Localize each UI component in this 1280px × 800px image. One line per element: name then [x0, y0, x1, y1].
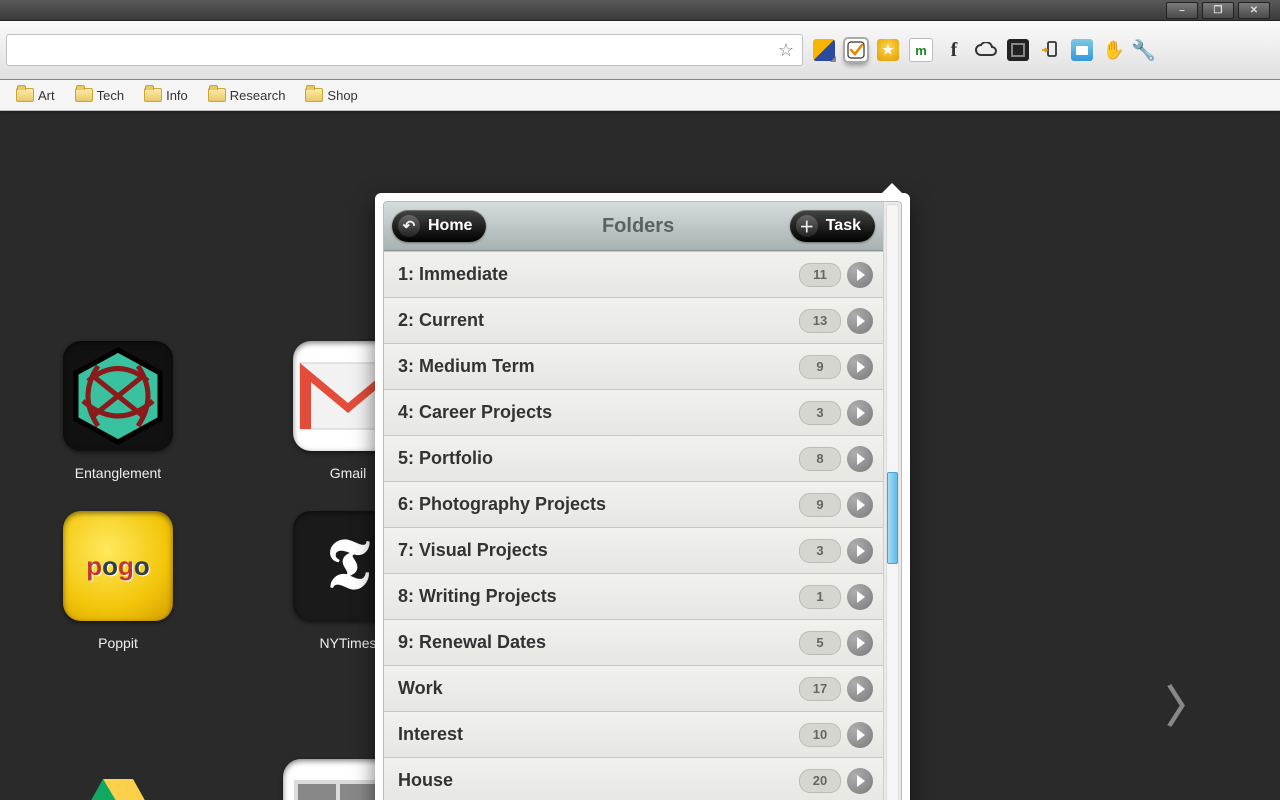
folder-row[interactable]: 3: Medium Term9	[384, 344, 883, 390]
folder-icon	[16, 88, 34, 102]
count-badge: 8	[799, 447, 841, 471]
app-label: NYTimes	[319, 635, 376, 651]
app-label: Entanglement	[75, 465, 161, 481]
folder-icon	[208, 88, 226, 102]
chevron-right-icon	[847, 354, 873, 380]
count-badge: 17	[799, 677, 841, 701]
chevron-right-icon	[847, 538, 873, 564]
count-badge: 9	[799, 493, 841, 517]
popup-header: ↶ Home Folders ＋ Task	[384, 202, 883, 251]
bookmark-folder-tech[interactable]: Tech	[67, 85, 132, 106]
window-maximize-button[interactable]: ❐	[1202, 2, 1234, 19]
popup-scrollbar[interactable]	[883, 202, 901, 800]
window-titlebar: – ❐ ✕	[0, 0, 1280, 21]
folder-row[interactable]: 5: Portfolio8	[384, 436, 883, 482]
count-badge: 1	[799, 585, 841, 609]
folder-icon	[305, 88, 323, 102]
folder-row[interactable]: 8: Writing Projects1	[384, 574, 883, 620]
bookmarks-bar: Art Tech Info Research Shop	[0, 80, 1280, 111]
chevron-right-icon	[847, 676, 873, 702]
extension-icon-star[interactable]: ★	[877, 39, 899, 61]
app-poppit[interactable]: pogo Poppit	[18, 511, 218, 651]
extension-icon-m[interactable]: m	[909, 38, 933, 62]
folder-row[interactable]: 2: Current13	[384, 298, 883, 344]
count-badge: 3	[799, 539, 841, 563]
bookmark-star-icon[interactable]: ☆	[778, 40, 794, 61]
count-badge: 9	[799, 355, 841, 379]
bookmark-folder-shop[interactable]: Shop	[297, 85, 365, 106]
popup-title: Folders	[602, 215, 674, 238]
chevron-right-icon	[847, 262, 873, 288]
folder-row[interactable]: 6: Photography Projects9	[384, 482, 883, 528]
app-icon-drive	[63, 759, 173, 800]
folder-row[interactable]: House20	[384, 758, 883, 800]
app-icon-entanglement	[63, 341, 173, 451]
bookmark-folder-info[interactable]: Info	[136, 85, 196, 106]
app-label: Poppit	[98, 635, 138, 651]
folder-icon	[75, 88, 93, 102]
add-task-button[interactable]: ＋ Task	[790, 210, 875, 242]
extension-icon-window[interactable]	[1071, 39, 1093, 61]
extension-icon-square[interactable]	[1007, 39, 1029, 61]
home-button[interactable]: ↶ Home	[392, 210, 486, 242]
app-entanglement[interactable]: Entanglement	[18, 341, 218, 481]
extension-icon-tasks[interactable]	[845, 39, 867, 61]
app-label: Gmail	[330, 465, 367, 481]
folder-row[interactable]: 9: Renewal Dates5	[384, 620, 883, 666]
folder-icon	[144, 88, 162, 102]
folder-row[interactable]: Work17	[384, 666, 883, 712]
bookmark-folder-art[interactable]: Art	[8, 85, 63, 106]
folder-row[interactable]: 7: Visual Projects3	[384, 528, 883, 574]
address-bar[interactable]: ☆	[6, 34, 803, 66]
count-badge: 5	[799, 631, 841, 655]
chevron-right-icon	[847, 492, 873, 518]
count-badge: 3	[799, 401, 841, 425]
count-badge: 11	[799, 263, 841, 287]
extension-icons: ★ m f ✋	[813, 38, 1125, 62]
app-drive-partial[interactable]	[18, 759, 218, 800]
window-close-button[interactable]: ✕	[1238, 2, 1270, 19]
browser-toolbar: ☆ ★ m f ✋ 🔧	[0, 21, 1280, 80]
chevron-right-icon	[847, 584, 873, 610]
folder-row[interactable]: 1: Immediate11	[384, 251, 883, 298]
extension-icon-phone[interactable]	[1039, 39, 1061, 61]
folder-list: 1: Immediate11 2: Current13 3: Medium Te…	[384, 251, 883, 800]
chevron-right-icon	[847, 446, 873, 472]
bookmark-folder-research[interactable]: Research	[200, 85, 294, 106]
scrollbar-thumb[interactable]	[887, 472, 898, 564]
new-tab-content: Entanglement Gmail pogo Poppit 𝕿 NYTi	[0, 111, 1280, 800]
plus-icon: ＋	[796, 215, 818, 237]
count-badge: 10	[799, 723, 841, 747]
extension-icon-hand[interactable]: ✋	[1103, 39, 1125, 61]
chevron-right-icon	[847, 722, 873, 748]
folder-row[interactable]: 4: Career Projects3	[384, 390, 883, 436]
extension-icon-f[interactable]: f	[943, 39, 965, 61]
count-badge: 20	[799, 769, 841, 793]
back-arrow-icon: ↶	[398, 215, 420, 237]
extension-icon-cloud[interactable]	[975, 39, 997, 61]
chevron-right-icon	[847, 630, 873, 656]
settings-wrench-icon[interactable]: 🔧	[1131, 38, 1156, 63]
window-minimize-button[interactable]: –	[1166, 2, 1198, 19]
chevron-right-icon	[847, 308, 873, 334]
tasks-popup: ↶ Home Folders ＋ Task 1: Immediate11 2: …	[375, 193, 910, 800]
extension-icon-1[interactable]	[813, 39, 835, 61]
folder-row[interactable]: Interest10	[384, 712, 883, 758]
chevron-right-icon	[847, 400, 873, 426]
chevron-right-icon	[847, 768, 873, 794]
app-icon-poppit: pogo	[63, 511, 173, 621]
count-badge: 13	[799, 309, 841, 333]
next-page-arrow[interactable]: 〉	[1166, 671, 1210, 735]
